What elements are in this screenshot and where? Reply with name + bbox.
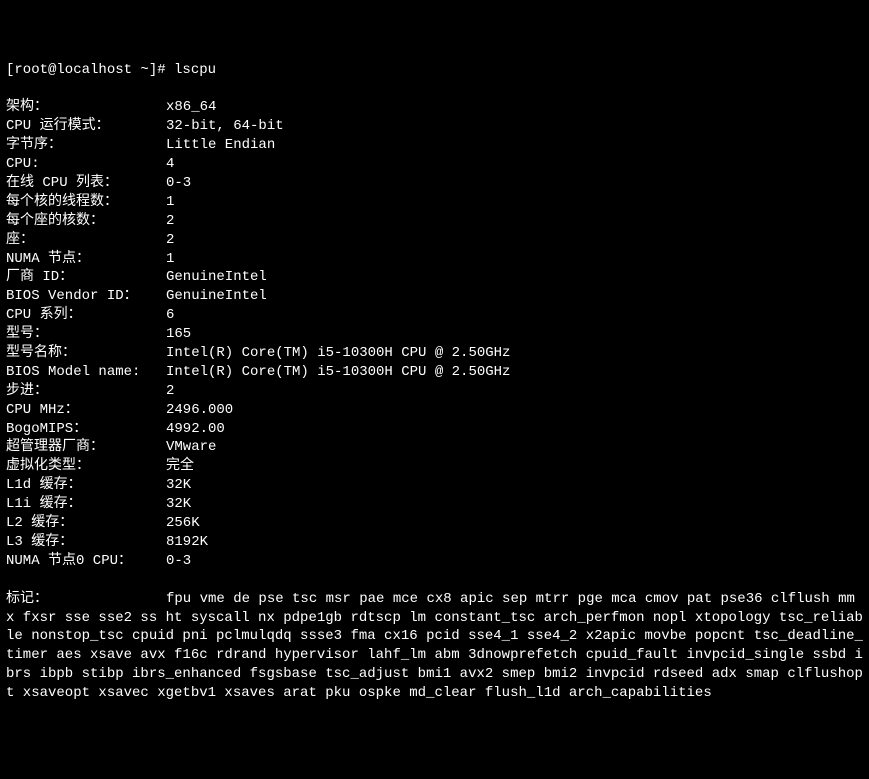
row-label: L1d 缓存： [6,476,166,495]
row-label: BIOS Vendor ID： [6,287,166,306]
output-row: 虚拟化类型：完全 [6,457,863,476]
row-value: 0-3 [166,552,191,571]
row-label: 架构： [6,98,166,117]
output-row: 字节序：Little Endian [6,136,863,155]
shell-prompt: [root@localhost ~]# [6,62,174,78]
row-label: BIOS Model name: [6,363,166,382]
row-label: CPU MHz： [6,401,166,420]
output-row: CPU MHz：2496.000 [6,401,863,420]
row-label: CPU 运行模式： [6,117,166,136]
output-row: CPU 运行模式：32-bit, 64-bit [6,117,863,136]
row-label: 座： [6,231,166,250]
entered-command: lscpu [174,62,216,78]
row-value: 32K [166,476,191,495]
row-label: 每个座的核数： [6,212,166,231]
row-value: 1 [166,193,174,212]
row-value: GenuineIntel [166,287,267,306]
output-row: L1d 缓存：32K [6,476,863,495]
row-label: CPU 系列： [6,306,166,325]
row-value: 32-bit, 64-bit [166,117,284,136]
output-row: 步进：2 [6,382,863,401]
row-label: 在线 CPU 列表： [6,174,166,193]
row-label: 步进： [6,382,166,401]
row-label: 型号名称： [6,344,166,363]
row-value: 0-3 [166,174,191,193]
output-row: 在线 CPU 列表：0-3 [6,174,863,193]
row-value: GenuineIntel [166,268,267,287]
output-row: 架构：x86_64 [6,98,863,117]
row-value: 165 [166,325,191,344]
output-row: 座：2 [6,231,863,250]
row-value: Little Endian [166,136,275,155]
row-label: NUMA 节点0 CPU： [6,552,166,571]
terminal-prompt-line[interactable]: [root@localhost ~]# lscpu [6,61,863,80]
row-label: 厂商 ID： [6,268,166,287]
output-row: 每个座的核数：2 [6,212,863,231]
output-row: BIOS Model name:Intel(R) Core(TM) i5-103… [6,363,863,382]
row-value: 6 [166,306,174,325]
row-value: 2 [166,212,174,231]
output-row: L1i 缓存：32K [6,495,863,514]
row-value: x86_64 [166,98,216,117]
row-value: 2496.000 [166,401,233,420]
row-value: Intel(R) Core(TM) i5-10300H CPU @ 2.50GH… [166,344,510,363]
row-value: 完全 [166,457,194,476]
row-value: 1 [166,250,174,269]
row-label: 虚拟化类型： [6,457,166,476]
row-label: L1i 缓存： [6,495,166,514]
row-label: 超管理器厂商： [6,438,166,457]
row-label: L2 缓存： [6,514,166,533]
output-row: 型号：165 [6,325,863,344]
flags-label: 标记： [6,590,166,609]
output-row: BIOS Vendor ID：GenuineIntel [6,287,863,306]
output-row: NUMA 节点0 CPU：0-3 [6,552,863,571]
row-label: 每个核的线程数： [6,193,166,212]
output-row: L3 缓存：8192K [6,533,863,552]
output-row: 型号名称：Intel(R) Core(TM) i5-10300H CPU @ 2… [6,344,863,363]
row-value: VMware [166,438,216,457]
row-value: 32K [166,495,191,514]
output-row: CPU 系列：6 [6,306,863,325]
row-label: 字节序： [6,136,166,155]
lscpu-output: 架构：x86_64CPU 运行模式：32-bit, 64-bit字节序：Litt… [6,98,863,570]
output-row: NUMA 节点：1 [6,250,863,269]
output-row: 厂商 ID：GenuineIntel [6,268,863,287]
row-label: NUMA 节点： [6,250,166,269]
row-label: CPU: [6,155,166,174]
row-value: 4 [166,155,174,174]
row-value: 8192K [166,533,208,552]
output-row: 超管理器厂商：VMware [6,438,863,457]
output-row: 每个核的线程数：1 [6,193,863,212]
row-value: Intel(R) Core(TM) i5-10300H CPU @ 2.50GH… [166,363,510,382]
row-label: 型号： [6,325,166,344]
row-value: 2 [166,382,174,401]
output-row: BogoMIPS：4992.00 [6,420,863,439]
output-row: L2 缓存：256K [6,514,863,533]
row-label: L3 缓存： [6,533,166,552]
row-label: BogoMIPS： [6,420,166,439]
row-value: 2 [166,231,174,250]
cpu-flags-row: 标记：fpu vme de pse tsc msr pae mce cx8 ap… [6,590,863,703]
output-row: CPU:4 [6,155,863,174]
row-value: 256K [166,514,200,533]
row-value: 4992.00 [166,420,225,439]
